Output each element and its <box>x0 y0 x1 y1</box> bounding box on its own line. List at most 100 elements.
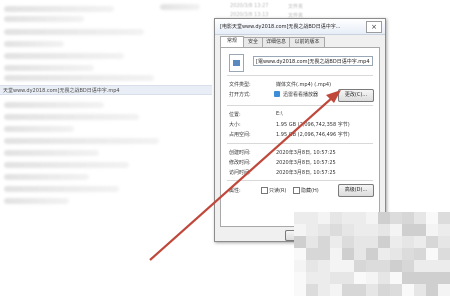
attributes-label: 属性: <box>229 188 241 194</box>
watermark-pixel <box>354 284 366 296</box>
change-button[interactable]: 更改(C)... <box>338 89 374 102</box>
watermark-pixel <box>294 272 306 284</box>
watermark-pixel <box>414 236 426 248</box>
readonly-label: 只读(R) <box>269 188 287 194</box>
dialog-title: [电影天堂www.dy2018.com]无畏之战BD日语中字... <box>220 24 341 30</box>
watermark-pixel <box>390 272 402 284</box>
watermark-pixel <box>342 284 354 296</box>
disk-size-label: 占用空间: <box>229 132 251 138</box>
watermark-pixel <box>354 212 366 224</box>
watermark-pixel <box>330 236 342 248</box>
hidden-checkbox[interactable] <box>293 187 300 194</box>
date-cell: 2020/3/8 13:27 <box>230 3 269 9</box>
selected-file-row[interactable]: 天堂www.dy2018.com]无畏之战BD日语中字.mp4 <box>0 85 212 95</box>
blurred-row <box>4 114 139 120</box>
watermark-pixel <box>294 212 306 224</box>
tab-general[interactable]: 常规 <box>220 36 244 47</box>
watermark-pixel <box>378 212 390 224</box>
watermark-pixel <box>318 224 330 236</box>
watermark-pixel <box>354 236 366 248</box>
watermark-pixel <box>330 284 342 296</box>
blurred-row <box>4 102 104 108</box>
watermark-pixel <box>366 236 378 248</box>
watermark-pixel <box>426 212 438 224</box>
location-value: E:\ <box>276 111 283 117</box>
watermark-pixel <box>318 212 330 224</box>
watermark-pixel <box>342 224 354 236</box>
watermark-pixel <box>306 272 318 284</box>
watermark-pixel <box>438 236 450 248</box>
watermark-pixel <box>390 224 402 236</box>
location-label: 位置: <box>229 112 241 118</box>
watermark-pixel <box>306 224 318 236</box>
watermark-pixel <box>366 272 378 284</box>
blurred-row <box>4 126 74 132</box>
modified-label: 修改时间: <box>229 160 251 166</box>
watermark-pixel <box>402 248 414 260</box>
watermark-pixel <box>318 248 330 260</box>
blurred-row <box>4 162 129 168</box>
watermark-pixel <box>438 284 450 296</box>
watermark-pixel <box>354 248 366 260</box>
tab-details[interactable]: 详细信息 <box>262 37 290 47</box>
watermark-pixel <box>378 284 390 296</box>
video-file-icon <box>229 54 244 72</box>
watermark-pixel <box>402 212 414 224</box>
watermark-pixel <box>354 260 366 272</box>
blurred-row <box>4 41 64 47</box>
watermark-pixel <box>342 212 354 224</box>
created-value: 2020年3月8日, 10:57:25 <box>276 150 336 156</box>
watermark-pixel <box>342 260 354 272</box>
watermark-pixel <box>306 260 318 272</box>
watermark-pixel <box>318 260 330 272</box>
divider <box>227 75 373 76</box>
watermark-pixel <box>294 260 306 272</box>
watermark-pixel <box>306 212 318 224</box>
watermark-pixel <box>438 260 450 272</box>
watermark-pixel <box>426 272 438 284</box>
watermark-pixel <box>438 248 450 260</box>
size-value: 1.95 GB (2,096,742,358 字节) <box>276 122 350 128</box>
blurred-row <box>4 174 89 180</box>
disk-size-value: 1.95 GB (2,096,746,496 字节) <box>276 132 350 138</box>
watermark-pixel <box>366 212 378 224</box>
tab-previous-versions[interactable]: 以前的版本 <box>289 37 325 47</box>
general-panel: [電www.dy2018.com]无畏之战BD日语中字.mp4 文件类型: 媒体… <box>220 47 380 227</box>
watermark-pixel <box>390 212 402 224</box>
watermark-pixel <box>390 248 402 260</box>
divider <box>227 180 373 181</box>
watermark-pixel <box>426 284 438 296</box>
watermark-pixel <box>414 272 426 284</box>
accessed-label: 访问时间: <box>229 170 251 176</box>
hidden-label: 隐藏(H) <box>301 188 319 194</box>
created-label: 创建时间: <box>229 150 251 156</box>
blurred-row <box>4 65 94 71</box>
readonly-checkbox[interactable] <box>261 187 268 194</box>
divider <box>227 143 373 144</box>
filename-input[interactable]: [電www.dy2018.com]无畏之战BD日语中字.mp4 <box>253 56 373 66</box>
watermark-pixel <box>402 260 414 272</box>
type-value: 媒体文件(.mp4) (.mp4) <box>276 82 332 88</box>
watermark-pixel <box>354 224 366 236</box>
watermark-pixel <box>366 260 378 272</box>
watermark-pixel <box>306 236 318 248</box>
close-button[interactable]: × <box>366 21 382 33</box>
blurred-row <box>4 75 154 81</box>
open-with-label: 打开方式: <box>229 92 251 98</box>
watermark-pixel <box>438 224 450 236</box>
pixel-watermark <box>294 212 450 296</box>
watermark-pixel <box>390 260 402 272</box>
tab-security[interactable]: 安全 <box>243 37 263 47</box>
watermark-pixel <box>366 248 378 260</box>
watermark-pixel <box>402 224 414 236</box>
blurred-row <box>4 53 124 59</box>
advanced-button[interactable]: 高级(D)... <box>338 184 374 197</box>
size-label: 大小: <box>229 122 241 128</box>
watermark-pixel <box>378 236 390 248</box>
watermark-pixel <box>414 260 426 272</box>
dialog-titlebar[interactable]: [电影天堂www.dy2018.com]无畏之战BD日语中字... × <box>215 19 385 35</box>
watermark-pixel <box>294 248 306 260</box>
watermark-pixel <box>426 236 438 248</box>
blurred-row <box>4 198 69 204</box>
watermark-pixel <box>438 212 450 224</box>
